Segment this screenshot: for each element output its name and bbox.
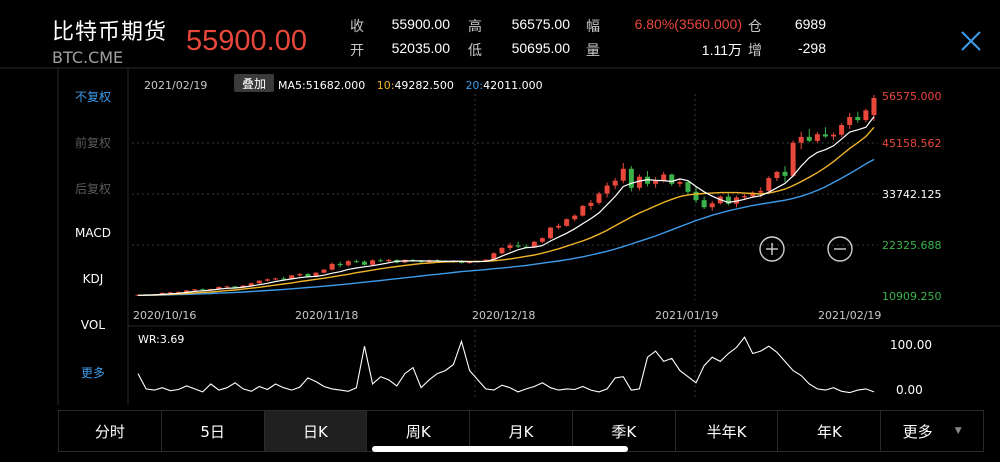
ma10-label: 10:	[377, 79, 395, 92]
candle-body	[814, 134, 820, 141]
overlay-button[interactable]: 叠加	[242, 77, 266, 91]
candle-body	[822, 134, 828, 137]
candle-body	[386, 259, 392, 262]
candle-body	[782, 171, 788, 176]
wr-tick-min: 0.00	[896, 383, 923, 397]
main-gridlines	[132, 94, 878, 300]
candle-body	[839, 124, 845, 135]
candle-body	[709, 203, 715, 208]
candle-body	[653, 180, 659, 184]
candle-body	[790, 142, 796, 176]
candle-body	[588, 202, 594, 206]
ma-legend: MA5:51682.000 10:49282.500 20:42011.000	[278, 79, 543, 92]
candle-body	[370, 260, 376, 265]
x-label-4: 2021/01/19	[655, 309, 718, 322]
y-label-4: 22325.688	[882, 239, 942, 252]
candle-body	[831, 134, 837, 137]
tab-intraday[interactable]: 分时	[59, 411, 162, 451]
ma10-line	[137, 126, 875, 296]
candle-body	[612, 180, 618, 186]
wr-label: WR:3.69	[138, 333, 184, 346]
ma5-label: MA5:	[278, 79, 306, 92]
candle-body	[499, 247, 505, 254]
chart-date: 2021/02/19	[144, 79, 207, 92]
x-label-5: 2021/02/19	[818, 309, 881, 322]
candle-body	[669, 174, 675, 184]
candle-body	[572, 215, 578, 220]
tab-weekly-k[interactable]: 周K	[367, 411, 471, 451]
ma10-value: 49282.500	[394, 79, 454, 92]
x-label-2: 2020/11/18	[295, 309, 358, 322]
candle-body	[337, 263, 343, 266]
x-label-1: 2020/10/16	[133, 309, 196, 322]
zoom-in-button[interactable]	[759, 236, 785, 262]
candle-body	[774, 171, 780, 179]
candle-body	[620, 168, 626, 181]
tab-5day[interactable]: 5日	[162, 411, 265, 451]
candle-body	[539, 238, 545, 242]
candle-body	[515, 245, 521, 247]
candle-body	[345, 261, 351, 266]
y-label-mid: 33742.125	[882, 188, 942, 201]
candle-body	[855, 117, 861, 121]
candle-body	[596, 193, 602, 203]
candle-body	[378, 260, 384, 262]
home-indicator[interactable]	[372, 446, 628, 452]
y-label-max: 56575.000	[882, 90, 942, 103]
candle-body	[507, 245, 513, 248]
ma20-label: 20:	[465, 79, 483, 92]
candle-body	[685, 182, 691, 192]
candle-body	[321, 269, 327, 273]
candle-body	[564, 219, 570, 226]
candle-body	[863, 110, 869, 121]
candle-body	[329, 263, 335, 270]
wr-line	[137, 336, 875, 394]
candle-body	[798, 136, 804, 143]
x-label-3: 2020/12/18	[472, 309, 535, 322]
y-label-2: 45158.562	[882, 137, 942, 150]
candle-body	[806, 136, 812, 141]
candle-body	[871, 97, 877, 116]
candle-body	[547, 227, 553, 239]
candle-body	[192, 289, 198, 291]
candle-body	[264, 279, 270, 281]
tab-more[interactable]: 更多 ▼	[881, 411, 983, 451]
candle-body	[758, 190, 764, 193]
tab-halfyear-k[interactable]: 半年K	[676, 411, 779, 451]
candle-body	[224, 286, 230, 288]
candle-body	[361, 261, 367, 265]
kline-chart[interactable]: 2021/02/19 叠加 MA5:51682.000 10:49282.500…	[0, 0, 1000, 410]
y-label-min: 10909.250	[882, 290, 942, 303]
candlestick-series	[135, 95, 877, 296]
ma5-value: 51682.000	[306, 79, 366, 92]
tab-more-label: 更多	[902, 422, 933, 441]
candle-body	[766, 178, 772, 191]
candle-body	[580, 205, 586, 216]
tab-quarterly-k[interactable]: 季K	[573, 411, 676, 451]
dropdown-arrow-icon: ▼	[954, 426, 962, 436]
candle-body	[701, 200, 707, 208]
wr-tick-max: 100.00	[890, 338, 932, 352]
candle-body	[604, 185, 610, 194]
candle-body	[847, 117, 853, 125]
tab-yearly-k[interactable]: 年K	[778, 411, 882, 451]
candle-body	[677, 182, 683, 184]
tab-daily-k[interactable]: 日K	[264, 411, 368, 451]
candle-body	[693, 191, 699, 201]
candle-body	[353, 261, 359, 263]
candle-body	[273, 278, 279, 280]
ma20-value: 42011.000	[483, 79, 543, 92]
tab-monthly-k[interactable]: 月K	[470, 411, 573, 451]
zoom-out-button[interactable]	[827, 236, 853, 262]
candle-body	[742, 196, 748, 198]
candle-body	[636, 176, 642, 188]
candle-body	[661, 174, 667, 181]
candle-body	[628, 168, 634, 188]
wr-gridlines	[474, 330, 696, 400]
candle-body	[256, 280, 262, 284]
ma20-line	[137, 158, 875, 296]
candle-body	[297, 274, 303, 276]
candle-body	[556, 225, 562, 228]
